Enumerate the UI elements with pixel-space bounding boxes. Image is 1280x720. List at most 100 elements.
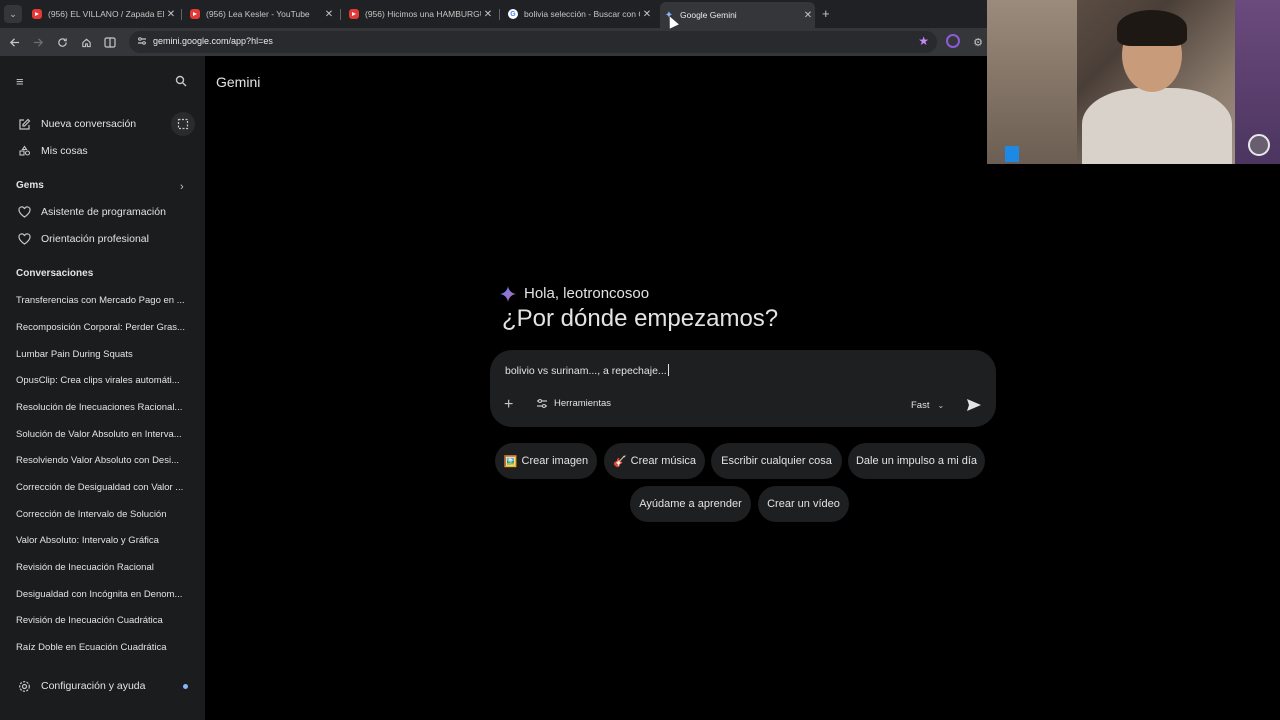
chip-create-image[interactable]: 🖼️ Crear imagen [495, 443, 597, 479]
settings-help-button[interactable]: Configuración y ayuda [16, 677, 145, 695]
browser-tab[interactable]: (956) Lea Kesler - YouTube ✕ [186, 4, 336, 24]
model-mode-selector[interactable]: Fast ⌄ [911, 400, 944, 411]
address-bar[interactable]: gemini.google.com/app?hl=es ★ [129, 31, 937, 53]
guitar-icon: 🎸 [612, 455, 627, 468]
chip-label: Dale un impulso a mi día [855, 455, 978, 467]
gem-heart-icon [16, 204, 32, 220]
browser-tab[interactable]: G bolivia selección - Buscar con G ✕ [504, 4, 654, 24]
tab-title: bolivia selección - Buscar con G [524, 9, 640, 19]
chip-create-video[interactable]: Crear un vídeo [758, 486, 849, 522]
gem-label: Asistente de programación [41, 206, 166, 218]
reload-icon[interactable] [54, 34, 70, 50]
close-tab-icon[interactable]: ✕ [322, 9, 336, 20]
my-stuff-label: Mis cosas [41, 145, 88, 157]
close-tab-icon[interactable]: ✕ [481, 9, 495, 20]
my-stuff-button[interactable]: Mis cosas [16, 142, 88, 160]
forward-arrow-icon[interactable] [30, 34, 46, 50]
conversation-item[interactable]: Resolviendo Valor Absoluto con Desi... [16, 455, 192, 466]
menu-icon[interactable]: ≡ [16, 75, 32, 89]
shapes-icon [16, 143, 32, 159]
chip-label: Ayúdame a aprender [639, 498, 742, 510]
gem-item[interactable]: Asistente de programación [16, 203, 166, 221]
site-info-icon[interactable] [137, 36, 149, 48]
tab-title: Google Gemini [680, 10, 737, 20]
tab-separator [181, 9, 182, 20]
split-view-icon[interactable] [102, 34, 118, 50]
prompt-text: bolivio vs surinam..., a repechaje... [505, 365, 667, 377]
google-icon: G [508, 9, 518, 19]
add-attachment-icon[interactable]: + [504, 396, 513, 414]
extension-gear-icon[interactable]: ⚙ [970, 34, 986, 50]
conversation-item[interactable]: Lumbar Pain During Squats [16, 349, 192, 360]
gems-section-title[interactable]: Gems [16, 180, 44, 191]
send-icon[interactable] [966, 398, 982, 412]
settings-label: Configuración y ayuda [41, 680, 146, 692]
sidebar: ≡ Nueva conversación Mis cosas Gems › As… [0, 56, 205, 720]
conversation-item[interactable]: Corrección de Intervalo de Solución [16, 509, 192, 520]
webcam-person-hair [1117, 10, 1187, 46]
youtube-icon [349, 9, 359, 19]
greeting-text: Hola, leotroncosoo [524, 285, 650, 302]
image-icon: 🖼️ [503, 455, 518, 468]
extension-icon[interactable] [946, 34, 960, 48]
sliders-icon [537, 398, 547, 409]
conversation-item[interactable]: Revisión de Inecuación Cuadrática [16, 615, 192, 626]
conversation-item[interactable]: Valor Absoluto: Intervalo y Gráfica [16, 535, 192, 546]
notification-dot [183, 684, 188, 689]
prompt-composer: bolivio vs surinam..., a repechaje... + … [490, 350, 996, 427]
conversation-item[interactable]: Desigualdad con Incógnita en Denom... [16, 589, 192, 600]
home-icon[interactable] [78, 34, 94, 50]
new-chat-button[interactable]: Nueva conversación [16, 115, 136, 133]
close-tab-icon[interactable]: ✕ [164, 9, 178, 20]
conversation-item[interactable]: Resolución de Inecuaciones Racional... [16, 402, 192, 413]
chip-label: Crear imagen [521, 455, 589, 467]
tab-title: (956) Hicimos una HAMBURGU [365, 9, 481, 19]
edit-icon [16, 116, 32, 132]
chevron-down-icon: ⌄ [937, 401, 945, 410]
chip-create-music[interactable]: 🎸 Crear música [604, 443, 705, 479]
browser-tab[interactable]: (956) EL VILLANO / Zapada EN ✕ [28, 4, 178, 24]
youtube-icon [32, 9, 42, 19]
new-chat-label: Nueva conversación [41, 118, 137, 130]
chip-label: Escribir cualquier cosa [721, 455, 832, 467]
conversation-item[interactable]: OpusClip: Crea clips virales automáti... [16, 375, 192, 386]
greeting: Hola, leotroncosoo [500, 285, 649, 302]
back-arrow-icon[interactable] [6, 34, 22, 50]
chip-boost-my-day[interactable]: Dale un impulso a mi día [848, 443, 985, 479]
webcam-object [1005, 146, 1019, 162]
chip-label: Crear música [630, 455, 697, 467]
new-tab-icon[interactable]: + [822, 6, 830, 21]
chevron-right-icon[interactable]: › [180, 181, 184, 193]
conversation-item[interactable]: Recomposición Corporal: Perder Gras... [16, 322, 192, 333]
webcam-person-body [1082, 88, 1232, 164]
webcam-background-shelf [987, 0, 1077, 164]
tab-title: (956) Lea Kesler - YouTube [206, 9, 310, 19]
temporary-chat-icon[interactable] [171, 112, 195, 136]
gemini-spark-icon [500, 285, 516, 302]
conversation-item[interactable]: Transferencias con Mercado Pago en ... [16, 295, 192, 306]
tools-button[interactable]: Herramientas [536, 398, 611, 409]
conversations-section-title: Conversaciones [16, 268, 94, 279]
gem-item[interactable]: Orientación profesional [16, 230, 149, 248]
mode-label: Fast [911, 400, 930, 411]
tab-search-dropdown-icon[interactable]: ⌄ [4, 5, 22, 23]
conversation-item[interactable]: Revisión de Inecuación Racional [16, 562, 192, 573]
chip-help-me-learn[interactable]: Ayúdame a aprender [630, 486, 751, 522]
conversation-item[interactable]: Corrección de Desigualdad con Valor ... [16, 482, 192, 493]
browser-tab-active[interactable]: ✦ Google Gemini ✕ [660, 2, 815, 28]
close-tab-icon[interactable]: ✕ [801, 10, 815, 21]
tab-separator [499, 9, 500, 20]
webcam-badge-icon [1248, 134, 1270, 156]
page-headline: ¿Por dónde empezamos? [502, 305, 779, 332]
browser-tab[interactable]: (956) Hicimos una HAMBURGU ✕ [345, 4, 495, 24]
tools-label: Herramientas [554, 398, 612, 409]
close-tab-icon[interactable]: ✕ [640, 9, 654, 20]
conversation-item[interactable]: Solución de Valor Absoluto en Interva... [16, 429, 192, 440]
url-text: gemini.google.com/app?hl=es [153, 36, 273, 46]
prompt-input[interactable]: bolivio vs surinam..., a repechaje... [505, 364, 669, 377]
chip-write-anything[interactable]: Escribir cualquier cosa [711, 443, 842, 479]
search-icon[interactable] [175, 74, 189, 88]
bookmark-star-icon[interactable]: ★ [918, 34, 929, 48]
conversation-item[interactable]: Raíz Doble en Ecuación Cuadrática [16, 642, 192, 653]
app-title[interactable]: Gemini [216, 74, 260, 90]
